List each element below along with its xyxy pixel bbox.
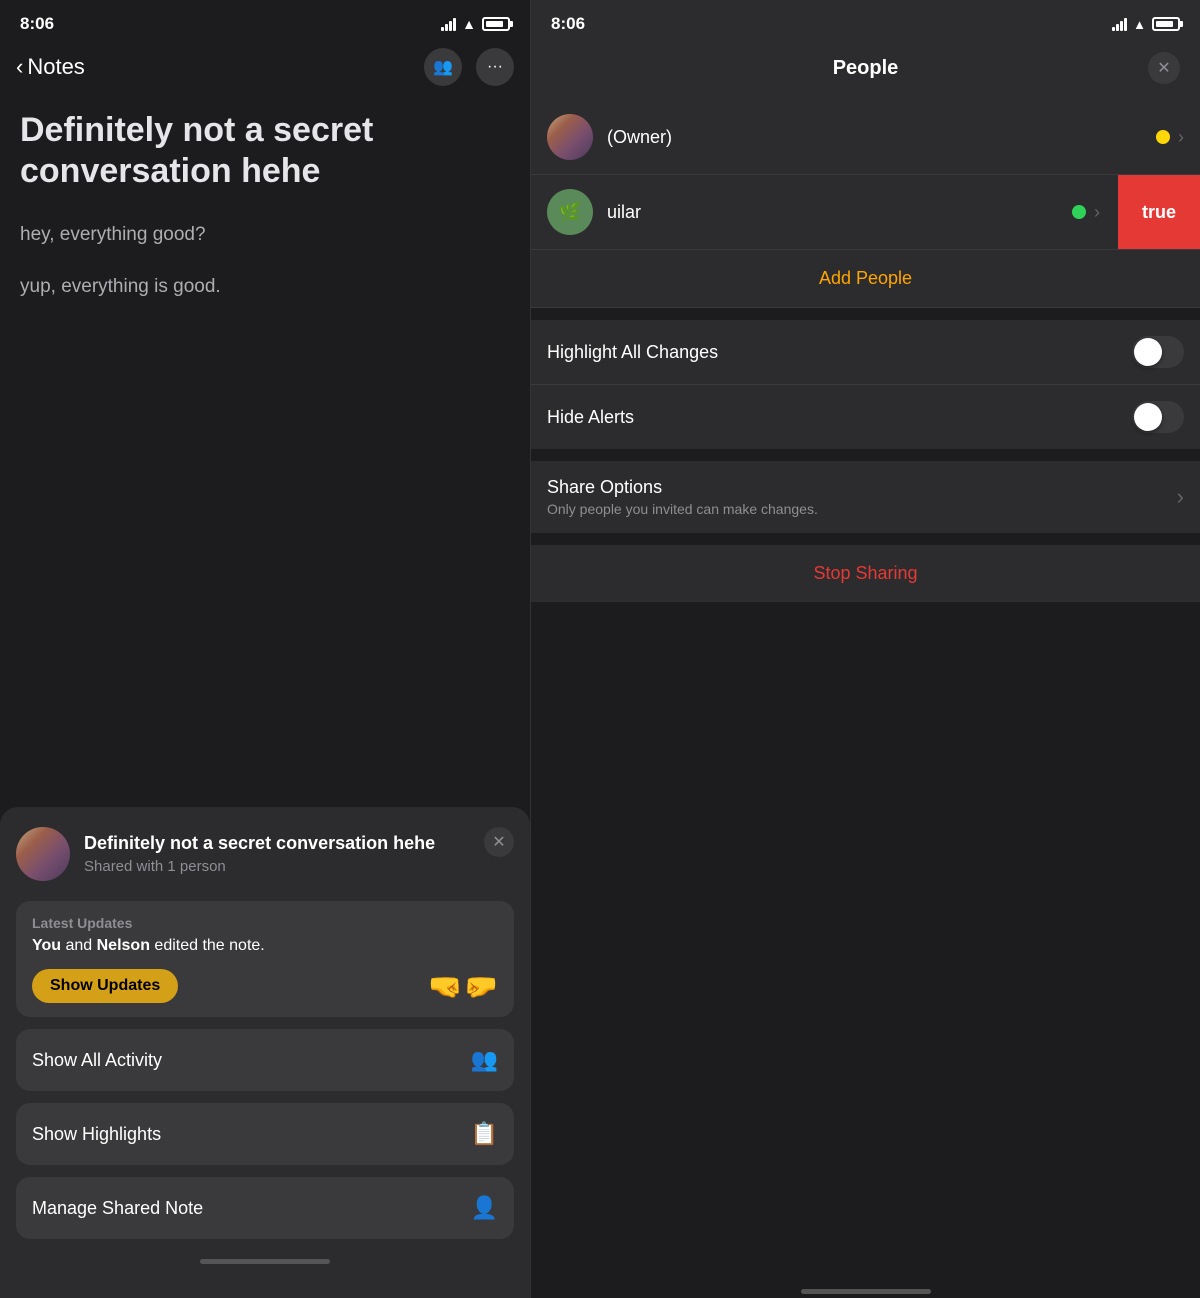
signal-icon [441, 17, 456, 31]
aguila-chevron-icon: › [1094, 202, 1100, 223]
right-battery-icon [1152, 17, 1180, 31]
home-bar-right [801, 1289, 931, 1294]
nelson-text: Nelson [97, 937, 150, 954]
collaborators-button[interactable]: 👥 [424, 48, 462, 86]
remove-button[interactable]: true [1118, 175, 1200, 249]
owner-status-dot [1156, 130, 1170, 144]
note-body: hey, everything good? yup, everything is… [20, 220, 510, 303]
sheet-subtitle: Shared with 1 person [84, 858, 435, 875]
updates-emoji: 🤜🤛 [428, 970, 498, 1003]
sheet-close-button[interactable]: ✕ [484, 827, 514, 857]
note-title: Definitely not a secret conversation heh… [20, 110, 510, 192]
owner-name: (Owner) [607, 127, 1156, 148]
highlight-changes-label: Highlight All Changes [547, 342, 718, 363]
right-panel: 8:06 ▲ People ✕ (Owner) › [530, 0, 1200, 1298]
updates-card: Latest Updates You and Nelson edited the… [16, 901, 514, 1017]
aguila-name: uilar [607, 202, 1072, 223]
share-options-text: Share Options Only people you invited ca… [547, 477, 818, 517]
aguila-avatar: 🌿 [547, 189, 593, 235]
hide-alerts-toggle[interactable] [1132, 401, 1184, 433]
more-options-button[interactable]: ··· [476, 48, 514, 86]
battery-icon [482, 17, 510, 31]
aguila-row[interactable]: 🌿 uilar › true [531, 175, 1200, 250]
people-body: (Owner) › 🌿 uilar › true Add People High… [531, 100, 1200, 1281]
wifi-icon: ▲ [462, 16, 476, 32]
share-options-row[interactable]: Share Options Only people you invited ca… [531, 461, 1200, 533]
people-close-button[interactable]: ✕ [1148, 52, 1180, 84]
left-time: 8:06 [20, 14, 54, 34]
add-people-row[interactable]: Add People [531, 250, 1200, 308]
nav-bar: ‹ Notes 👥 ··· [0, 40, 530, 98]
back-button[interactable]: ‹ Notes [16, 54, 85, 80]
home-indicator-left [16, 1251, 514, 1268]
right-signal-icon [1112, 17, 1127, 31]
show-highlights-label: Show Highlights [32, 1124, 161, 1145]
home-indicator-right [531, 1281, 1200, 1298]
show-highlights-row[interactable]: Show Highlights 📋 [16, 1103, 514, 1165]
owner-chevron-icon: › [1178, 127, 1184, 148]
add-people-label: Add People [819, 268, 912, 288]
person-circle-icon: 👤 [471, 1195, 498, 1221]
close-x-icon: ✕ [1157, 58, 1170, 78]
highlight-changes-row: Highlight All Changes [531, 320, 1200, 385]
toggle-knob-highlight [1134, 338, 1162, 366]
updates-label: Latest Updates [32, 915, 498, 931]
toggle-section: Highlight All Changes Hide Alerts [531, 320, 1200, 449]
aguila-status-dot [1072, 205, 1086, 219]
sheet-header-left: Definitely not a secret conversation heh… [16, 827, 435, 881]
share-options-chevron-icon: › [1177, 484, 1184, 510]
people-icon: 👥 [433, 57, 453, 77]
left-status-bar: 8:06 ▲ [0, 0, 530, 40]
conjunction-text: and [61, 937, 97, 954]
share-options-title: Share Options [547, 477, 818, 498]
people-title: People [583, 57, 1148, 80]
sheet-title-group: Definitely not a secret conversation heh… [84, 833, 435, 875]
updates-bottom: Show Updates 🤜🤛 [32, 969, 498, 1003]
manage-shared-note-row[interactable]: Manage Shared Note 👤 [16, 1177, 514, 1239]
bottom-sheet: Definitely not a secret conversation heh… [0, 807, 530, 1298]
list-icon: 📋 [471, 1121, 498, 1147]
close-icon: ✕ [492, 832, 505, 852]
sheet-header: Definitely not a secret conversation heh… [16, 827, 514, 881]
sheet-note-title: Definitely not a secret conversation heh… [84, 833, 435, 855]
home-bar-left [200, 1259, 330, 1264]
show-updates-button[interactable]: Show Updates [32, 969, 178, 1003]
owner-avatar [547, 114, 593, 160]
manage-shared-note-label: Manage Shared Note [32, 1198, 203, 1219]
highlight-changes-toggle[interactable] [1132, 336, 1184, 368]
share-options-subtitle: Only people you invited can make changes… [547, 501, 818, 517]
show-all-activity-label: Show All Activity [32, 1050, 162, 1071]
people-group-icon: 👥 [471, 1047, 498, 1073]
edited-text: edited the note. [150, 937, 265, 954]
right-time: 8:06 [551, 14, 585, 34]
remove-label: true [1142, 202, 1176, 223]
left-status-icons: ▲ [441, 16, 510, 32]
sheet-avatar [16, 827, 70, 881]
updates-text: You and Nelson edited the note. [32, 937, 498, 955]
show-all-activity-row[interactable]: Show All Activity 👥 [16, 1029, 514, 1091]
hide-alerts-row: Hide Alerts [531, 385, 1200, 449]
ellipsis-icon: ··· [487, 58, 503, 76]
right-status-bar: 8:06 ▲ [531, 0, 1200, 40]
people-header: People ✕ [531, 40, 1200, 100]
note-line-1: hey, everything good? [20, 220, 510, 250]
nav-icons: 👥 ··· [424, 48, 514, 86]
hide-alerts-label: Hide Alerts [547, 407, 634, 428]
back-label: Notes [27, 54, 84, 80]
owner-row[interactable]: (Owner) › [531, 100, 1200, 175]
right-wifi-icon: ▲ [1133, 17, 1146, 32]
chevron-left-icon: ‹ [16, 54, 23, 80]
stop-sharing-section[interactable]: Stop Sharing [531, 545, 1200, 602]
left-panel: 8:06 ▲ ‹ Notes 👥 ··· [0, 0, 530, 1298]
right-status-icons: ▲ [1112, 17, 1180, 32]
toggle-knob-alerts [1134, 403, 1162, 431]
note-line-2: yup, everything is good. [20, 272, 510, 302]
you-text: You [32, 937, 61, 954]
stop-sharing-label: Stop Sharing [813, 563, 917, 583]
